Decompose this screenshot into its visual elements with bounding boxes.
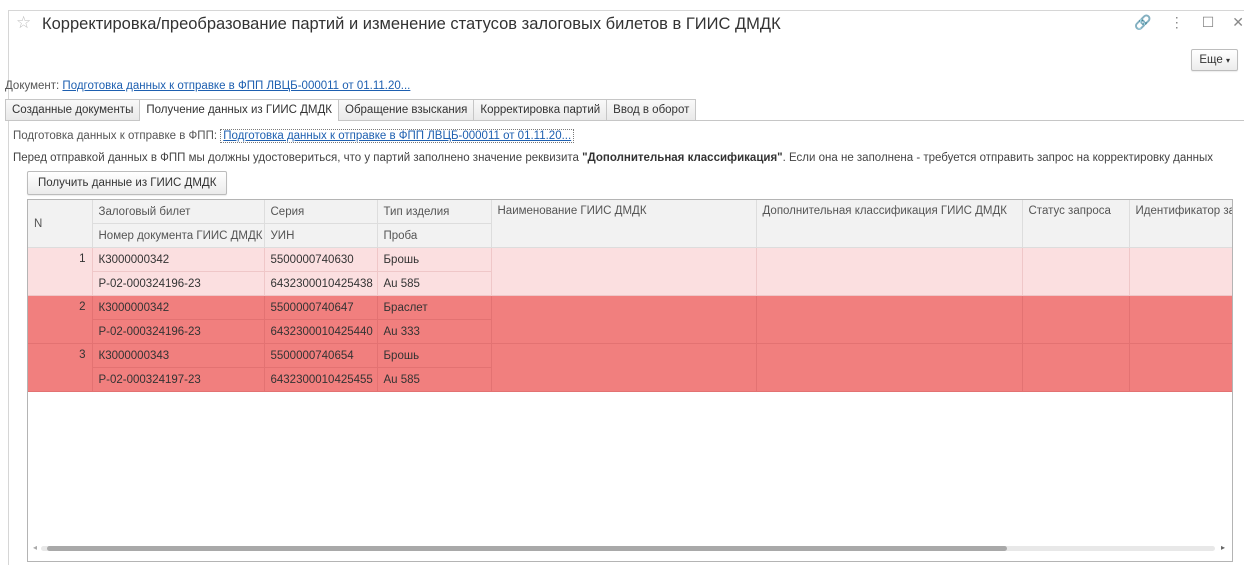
note-text-end: . Если она не заполнена - требуется отпр… (782, 152, 1213, 164)
cell-ident (1129, 343, 1232, 392)
header-ticket[interactable]: Залоговый билет (92, 200, 265, 224)
prep-line: Подготовка данных к отправке в ФПП: Подг… (13, 129, 575, 143)
prep-label: Подготовка данных к отправке в ФПП: (13, 130, 218, 142)
document-link[interactable]: Подготовка данных к отправке в ФПП ЛВЦБ-… (62, 80, 410, 92)
more-button-label: Еще (1199, 54, 1223, 66)
document-label: Документ: (5, 80, 60, 92)
tab-batch-correction[interactable]: Корректировка партий (473, 99, 608, 120)
tab-created-documents[interactable]: Созданные документы (5, 99, 141, 120)
cell-status (1022, 343, 1130, 392)
header-uin[interactable]: УИН (264, 223, 378, 248)
cell-n: 1 (28, 247, 93, 296)
tab-bar: Созданные документы Получение данных из … (5, 99, 697, 121)
cell-n: 3 (28, 343, 93, 392)
cell-docnum: Р-02-000324197-23 (92, 367, 265, 392)
cell-type: Браслет (377, 295, 492, 320)
cell-type: Брошь (377, 343, 492, 368)
cell-extra (756, 247, 1023, 296)
cell-status (1022, 247, 1130, 296)
cell-series: 5500000740630 (264, 247, 378, 272)
table-row[interactable]: 1 К3000000342 5500000740630 Брошь (28, 247, 1232, 296)
tab-get-data[interactable]: Получение данных из ГИИС ДМДК (139, 99, 339, 121)
header-extra-classification[interactable]: Дополнительная классификация ГИИС ДМДК (756, 200, 1023, 248)
tab-foreclosure[interactable]: Обращение взыскания (338, 99, 475, 120)
tab-introduction[interactable]: Ввод в оборот (606, 99, 697, 120)
cell-status (1022, 295, 1130, 344)
cell-name (491, 343, 757, 392)
header-series[interactable]: Серия (264, 200, 378, 224)
link-icon[interactable]: 🔗 (1134, 12, 1151, 32)
header-identifier[interactable]: Идентификатор за (1129, 200, 1232, 248)
cell-series: 5500000740654 (264, 343, 378, 368)
cell-probe: Au 585 (377, 271, 492, 296)
cell-ident (1129, 247, 1232, 296)
favorite-star-icon[interactable]: ☆ (16, 13, 31, 33)
scroll-left-icon[interactable]: ◂ (33, 543, 37, 552)
cell-probe: Au 333 (377, 319, 492, 344)
cell-docnum: Р-02-000324196-23 (92, 319, 265, 344)
cell-ident (1129, 295, 1232, 344)
cell-type: Брошь (377, 247, 492, 272)
window-controls: 🔗 ⋮ ☐ ✕ (1116, 12, 1244, 32)
scrollbar-thumb[interactable] (47, 546, 1007, 551)
document-line: Документ: Подготовка данных к отправке в… (5, 80, 410, 92)
prep-link[interactable]: Подготовка данных к отправке в ФПП ЛВЦБ-… (220, 129, 575, 143)
header-status[interactable]: Статус запроса (1022, 200, 1130, 248)
horizontal-scrollbar[interactable]: ◂ ▸ (27, 541, 1231, 555)
header-probe[interactable]: Проба (377, 223, 492, 248)
note-text-start: Перед отправкой данных в ФПП мы должны у… (13, 152, 583, 164)
scroll-right-icon[interactable]: ▸ (1221, 543, 1225, 552)
cell-series: 5500000740647 (264, 295, 378, 320)
header-n[interactable]: N (28, 200, 93, 248)
page-title: Корректировка/преобразование партий и из… (42, 15, 781, 33)
header-name[interactable]: Наименование ГИИС ДМДК (491, 200, 757, 248)
header-type[interactable]: Тип изделия (377, 200, 492, 224)
header-docnum[interactable]: Номер документа ГИИС ДМДК (92, 223, 265, 248)
cell-ticket: К3000000343 (92, 343, 265, 368)
chevron-down-icon: ▾ (1225, 56, 1230, 65)
cell-uin: 6432300010425438 (264, 271, 378, 296)
get-data-button[interactable]: Получить данные из ГИИС ДМДК (27, 171, 228, 195)
cell-docnum: Р-02-000324196-23 (92, 271, 265, 296)
cell-name (491, 295, 757, 344)
cell-uin: 6432300010425455 (264, 367, 378, 392)
cell-name (491, 247, 757, 296)
cell-ticket: К3000000342 (92, 295, 265, 320)
more-menu-icon[interactable]: ⋮ (1170, 12, 1184, 32)
info-note: Перед отправкой данных в ФПП мы должны у… (13, 152, 1213, 164)
data-table[interactable]: N Залоговый билет Серия Тип изделия Наим… (27, 199, 1233, 562)
cell-extra (756, 295, 1023, 344)
cell-extra (756, 343, 1023, 392)
cell-probe: Au 585 (377, 367, 492, 392)
table-row[interactable]: 2 К3000000342 5500000740647 Браслет (28, 295, 1232, 344)
close-icon[interactable]: ✕ (1232, 12, 1244, 32)
note-highlight: "Дополнительная классификация" (582, 152, 783, 164)
table-row[interactable]: 3 К3000000343 5500000740654 Брошь (28, 343, 1232, 392)
maximize-icon[interactable]: ☐ (1202, 12, 1215, 32)
cell-uin: 6432300010425440 (264, 319, 378, 344)
cell-n: 2 (28, 295, 93, 344)
more-button[interactable]: Еще ▾ (1191, 49, 1238, 71)
cell-ticket: К3000000342 (92, 247, 265, 272)
